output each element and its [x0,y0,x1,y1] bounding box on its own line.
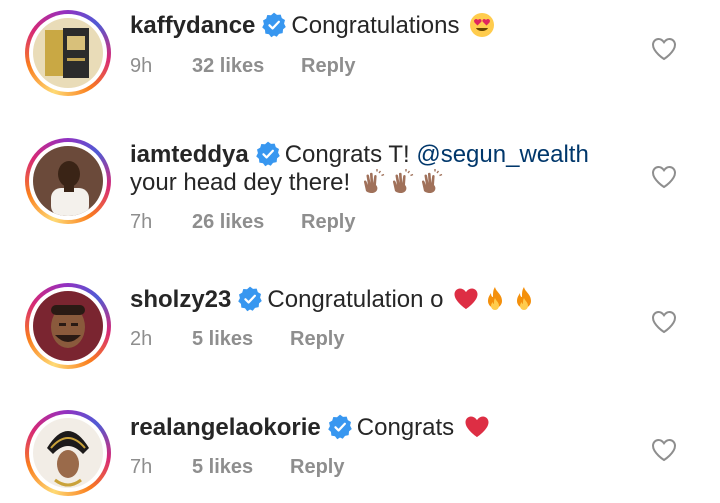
comment-text: Congrats [356,414,455,441]
avatar [33,146,103,216]
avatar [33,18,103,88]
verified-badge-icon [327,414,353,440]
verified-badge-icon [237,286,263,312]
verified-badge-icon [255,141,281,167]
like-heart-icon[interactable] [651,438,677,462]
clapping-hands-icon [418,169,444,195]
comment-line: sholzy23 Congratulation o [130,285,537,315]
red-heart-icon [453,286,479,312]
username[interactable]: sholzy23 [130,286,231,313]
heart-eyes-face-icon [469,12,495,38]
comment-text: your head dey there! [130,169,351,196]
clapping-hands-icon [360,169,386,195]
story-ring-avatar[interactable] [25,283,111,369]
comment-text: Congratulations [291,12,460,39]
like-heart-icon[interactable] [651,37,677,61]
comment-line: kaffydance Congratulations [130,11,495,41]
timestamp: 7h [130,456,153,478]
timestamp: 7h [130,211,153,233]
reply-button[interactable]: Reply [301,55,355,78]
clapping-hands-icon [389,169,415,195]
reply-button[interactable]: Reply [290,328,344,351]
reply-button[interactable]: Reply [290,456,344,479]
fire-icon [511,286,537,312]
comment-text: Congratulation o [267,286,444,313]
verified-badge-icon [261,12,287,38]
likes-count[interactable]: 26 likes [192,211,301,234]
timestamp: 9h [130,55,153,77]
username[interactable]: iamteddya [130,141,249,168]
avatar [33,291,103,361]
fire-icon [482,286,508,312]
story-ring-avatar[interactable] [25,138,111,224]
username[interactable]: kaffydance [130,12,255,39]
mention-link[interactable]: @segun_wealth [416,141,588,168]
likes-count[interactable]: 32 likes [192,55,301,78]
comment-meta: 2h 5 likes Reply [130,328,344,351]
like-heart-icon[interactable] [651,165,677,189]
comment-line-2: your head dey there! [130,168,444,198]
comment-text: Congrats T! [284,141,410,168]
comment-line: iamteddya Congrats T! @segun_wealth [130,140,589,170]
comment-line: realangelaokorie Congrats [130,413,490,443]
username[interactable]: realangelaokorie [130,414,321,441]
likes-count[interactable]: 5 likes [192,328,290,351]
story-ring-avatar[interactable] [25,410,111,496]
likes-count[interactable]: 5 likes [192,456,290,479]
comment-meta: 7h 5 likes Reply [130,456,344,479]
red-heart-icon [464,414,490,440]
timestamp: 2h [130,328,153,350]
comment-meta: 7h 26 likes Reply [130,211,355,234]
story-ring-avatar[interactable] [25,10,111,96]
like-heart-icon[interactable] [651,310,677,334]
comment-meta: 9h 32 likes Reply [130,55,355,78]
avatar [33,418,103,488]
reply-button[interactable]: Reply [301,211,355,234]
